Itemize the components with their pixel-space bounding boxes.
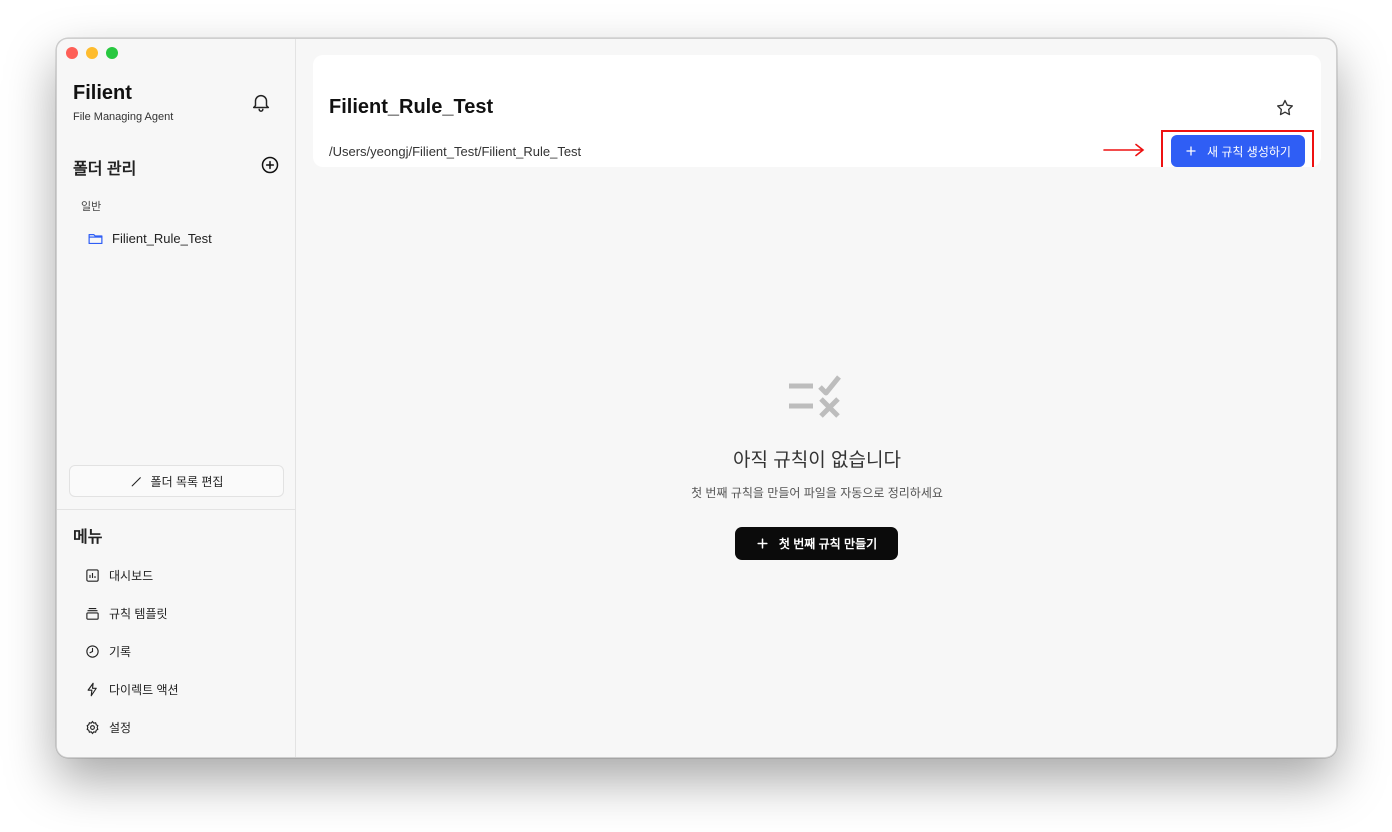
rules-empty-icon: [789, 375, 841, 418]
bolt-icon: [87, 682, 97, 696]
menu-item-label: 설정: [109, 720, 132, 735]
new-rule-label: 새 규칙 생성하기: [1207, 144, 1291, 159]
gear-icon: [86, 720, 99, 734]
app-window: Filient File Managing Agent 폴더 관리 일반 Fil…: [56, 38, 1337, 758]
minimize-window-button[interactable]: [86, 47, 98, 59]
annotation-arrow-icon: [1103, 143, 1145, 157]
menu-section-title: 메뉴: [73, 529, 103, 546]
star-icon[interactable]: [1275, 98, 1295, 118]
empty-state-title: 아직 규칙이 없습니다: [733, 450, 901, 471]
folder-path: /Users/yeongj/Filient_Test/Filient_Rule_…: [329, 144, 582, 159]
add-folder-icon[interactable]: [260, 155, 280, 175]
menu-item-settings[interactable]: 설정: [85, 717, 131, 737]
empty-state-subtitle: 첫 번째 규칙을 만들어 파일을 자동으로 정리하세요: [691, 486, 943, 500]
window-controls: [66, 47, 118, 59]
rules-panel: 아직 규칙이 없습니다 첫 번째 규칙을 만들어 파일을 자동으로 정리하세요 …: [313, 167, 1321, 743]
new-rule-button[interactable]: 새 규칙 생성하기: [1171, 135, 1305, 167]
pencil-icon: [131, 476, 141, 486]
create-first-rule-button[interactable]: 첫 번째 규칙 만들기: [735, 527, 898, 560]
close-window-button[interactable]: [66, 47, 78, 59]
menu-item-history[interactable]: 기록: [85, 641, 131, 661]
create-first-rule-label: 첫 번째 규칙 만들기: [778, 537, 878, 551]
menu-item-direct-action[interactable]: 다이렉트 액션: [85, 679, 179, 699]
edit-folder-list-button[interactable]: 폴더 목록 편집: [69, 465, 284, 497]
chart-icon: [86, 568, 99, 582]
sidebar: Filient File Managing Agent 폴더 관리 일반 Fil…: [57, 39, 296, 757]
sidebar-folder-filient-rule-test[interactable]: Filient_Rule_Test: [87, 227, 212, 249]
menu-item-label: 기록: [109, 644, 132, 659]
menu-item-label: 규칙 템플릿: [109, 606, 168, 621]
folder-header: Filient_Rule_Test /Users/yeongj/Filient_…: [313, 55, 1321, 173]
folder-label: Filient_Rule_Test: [112, 230, 212, 246]
bell-icon[interactable]: [250, 91, 272, 113]
edit-folder-list-label: 폴더 목록 편집: [150, 474, 224, 489]
menu-item-label: 대시보드: [109, 568, 154, 583]
zoom-window-button[interactable]: [106, 47, 118, 59]
app-name: Filient: [73, 82, 132, 104]
clock-icon: [86, 644, 99, 658]
menu-item-dashboard[interactable]: 대시보드: [85, 565, 153, 585]
menu-item-label: 다이렉트 액션: [109, 682, 179, 697]
folder-group-label: 일반: [81, 201, 102, 213]
folders-section-title: 폴더 관리: [73, 161, 137, 178]
main-content: Filient_Rule_Test /Users/yeongj/Filient_…: [297, 39, 1336, 757]
plus-icon: [757, 538, 768, 549]
template-icon: [86, 607, 99, 620]
app-subtitle: File Managing Agent: [73, 111, 174, 123]
plus-icon: [1186, 146, 1196, 156]
menu-item-rule-templates[interactable]: 규칙 템플릿: [85, 603, 168, 623]
folder-icon: [88, 233, 103, 244]
page-title: Filient_Rule_Test: [329, 96, 494, 118]
sidebar-divider: [57, 509, 296, 510]
